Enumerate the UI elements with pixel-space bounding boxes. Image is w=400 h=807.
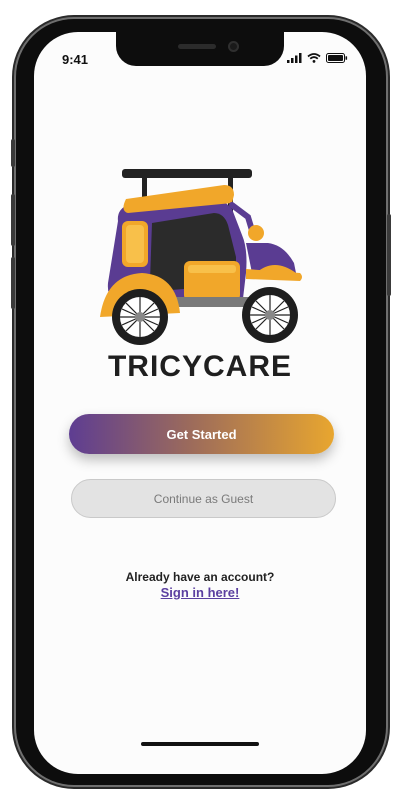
mockup-stage: 9:41 TRICYCARE Get Started Continue as G… <box>0 0 400 807</box>
silent-switch <box>11 139 15 167</box>
app-screen: 9:41 TRICYCARE Get Started Continue as G… <box>34 32 366 774</box>
tricycle-logo <box>100 169 302 345</box>
front-camera <box>228 41 239 52</box>
sign-in-link[interactable]: Sign in here! <box>34 585 366 600</box>
home-indicator <box>141 742 259 746</box>
speaker-grille <box>178 44 216 49</box>
signal-icon <box>287 53 302 63</box>
status-time: 9:41 <box>62 52 89 67</box>
account-prompt: Already have an account? <box>125 570 275 584</box>
continue-as-guest-button[interactable]: Continue as Guest <box>71 479 336 518</box>
power-button <box>387 214 391 296</box>
notch <box>116 32 284 66</box>
volume-up-button <box>11 194 15 246</box>
battery-icon <box>326 53 348 63</box>
status-icons <box>287 53 348 63</box>
get-started-button[interactable]: Get Started <box>69 414 334 454</box>
wifi-icon <box>307 53 321 63</box>
volume-down-button <box>11 257 15 309</box>
app-name: TRICYCARE <box>107 350 292 383</box>
